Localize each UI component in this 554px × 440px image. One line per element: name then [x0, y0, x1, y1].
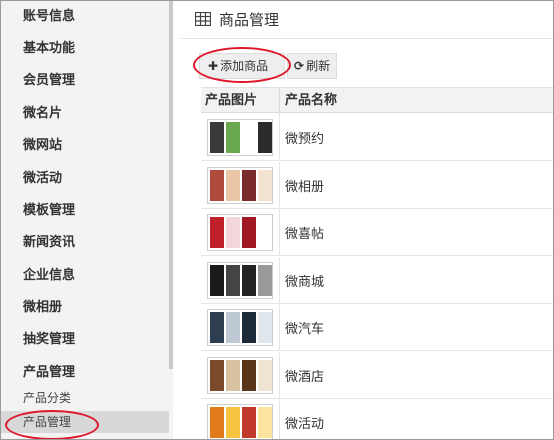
- thumbnail-panel: [210, 312, 224, 343]
- thumbnail-panel: [226, 122, 240, 153]
- refresh-label: 刷新: [306, 59, 331, 73]
- product-thumbnail: [207, 119, 273, 156]
- thumbnail-panel: [258, 217, 272, 248]
- main-panel: 商品管理 ✚ 添加商品 ⟳ 刷新 产品图片 产品名称 微预约微相册微喜帖微商城微汽车…: [181, 1, 553, 439]
- product-thumbnail: [207, 356, 273, 394]
- thumbnail-panel: [258, 264, 272, 296]
- thumbnail-panel: [242, 312, 256, 343]
- thumbnail-panel: [242, 264, 256, 296]
- product-name: 微酒店: [285, 369, 325, 385]
- page-title: 商品管理: [219, 11, 280, 29]
- product-thumbnail: [207, 166, 273, 204]
- product-thumbnail: [207, 404, 273, 439]
- sidebar-item-company-info[interactable]: 企业信息: [1, 260, 169, 292]
- sidebar-item-member-mgmt[interactable]: 会员管理: [1, 65, 169, 97]
- product-name: 微汽车: [285, 322, 325, 337]
- product-name: 微商城: [285, 274, 325, 290]
- add-product-label: 添加商品: [220, 59, 269, 73]
- thumbnail-panel: [226, 217, 240, 248]
- sidebar-item-basic-functions[interactable]: 基本功能: [1, 33, 169, 65]
- thumbnail-panel: [242, 122, 256, 153]
- thumbnail-panel: [210, 407, 224, 438]
- table-row[interactable]: 微预约: [201, 114, 553, 161]
- thumbnail-panel: [226, 312, 240, 343]
- sidebar-item-lottery-mgmt[interactable]: 抽奖管理: [1, 324, 169, 356]
- product-thumbnail: [207, 261, 273, 299]
- table-header: 产品图片 产品名称: [201, 87, 553, 114]
- sidebar-item-template-mgmt[interactable]: 模板管理: [1, 195, 169, 227]
- thumbnail-panel: [258, 312, 272, 343]
- product-thumbnail: [207, 309, 273, 346]
- thumbnail-panel: [258, 169, 272, 201]
- table-row[interactable]: 微酒店: [201, 351, 553, 399]
- product-name: 微相册: [285, 179, 325, 195]
- sidebar-item-account-info[interactable]: 账号信息: [1, 1, 169, 33]
- product-name: 微预约: [285, 132, 325, 147]
- thumbnail-panel: [210, 359, 224, 391]
- refresh-icon: ⟳: [294, 59, 305, 73]
- page-header: 商品管理: [181, 1, 553, 39]
- thumbnail-panel: [226, 264, 240, 296]
- sidebar-item-news[interactable]: 新闻资讯: [1, 227, 169, 259]
- column-divider: [279, 88, 280, 114]
- table-grid-icon: [195, 12, 211, 26]
- product-name: 微喜帖: [285, 227, 325, 242]
- product-thumbnail: [207, 214, 273, 251]
- add-product-button[interactable]: ✚ 添加商品: [199, 53, 285, 79]
- column-divider: [279, 161, 280, 209]
- sidebar-item-micro-card[interactable]: 微名片: [1, 98, 169, 130]
- sidebar-item-micro-activity[interactable]: 微活动: [1, 163, 169, 195]
- column-header-name: 产品名称: [285, 93, 338, 108]
- refresh-button[interactable]: ⟳ 刷新: [287, 53, 337, 79]
- thumbnail-panel: [226, 359, 240, 391]
- thumbnail-panel: [242, 217, 256, 248]
- column-divider: [279, 114, 280, 161]
- thumbnail-panel: [226, 407, 240, 438]
- column-header-image: 产品图片: [205, 93, 258, 108]
- table-row[interactable]: 微汽车: [201, 304, 553, 351]
- product-name: 微活动: [285, 417, 325, 432]
- column-divider: [279, 256, 280, 304]
- sidebar-divider: [173, 1, 181, 439]
- sidebar-item-micro-album[interactable]: 微相册: [1, 292, 169, 324]
- thumbnail-panel: [258, 122, 272, 153]
- sidebar-item-micro-site[interactable]: 微网站: [1, 130, 169, 162]
- thumbnail-panel: [258, 359, 272, 391]
- column-divider: [279, 304, 280, 351]
- thumbnail-panel: [226, 169, 240, 201]
- sidebar-item-product-mgmt[interactable]: 产品管理: [1, 357, 169, 389]
- thumbnail-panel: [210, 169, 224, 201]
- thumbnail-panel: [210, 264, 224, 296]
- thumbnail-panel: [258, 407, 272, 438]
- thumbnail-panel: [210, 217, 224, 248]
- column-divider: [279, 209, 280, 256]
- table-row[interactable]: 微商城: [201, 256, 553, 304]
- column-divider: [279, 351, 280, 399]
- sidebar-subitem-product-mgmt[interactable]: 产品管理: [1, 411, 169, 433]
- table-row[interactable]: 微活动: [201, 399, 553, 439]
- table-row[interactable]: 微相册: [201, 161, 553, 209]
- thumbnail-panel: [242, 407, 256, 438]
- table-row[interactable]: 微喜帖: [201, 209, 553, 256]
- thumbnail-panel: [242, 359, 256, 391]
- sidebar-subitem-product-category[interactable]: 产品分类: [1, 387, 169, 409]
- sidebar: 账号信息 基本功能 会员管理 微名片 微网站 微活动 模板管理 新闻资讯 企业信…: [1, 1, 173, 439]
- column-divider: [279, 399, 280, 439]
- thumbnail-panel: [242, 169, 256, 201]
- plus-icon: ✚: [208, 59, 219, 73]
- thumbnail-panel: [210, 122, 224, 153]
- app-window: 账号信息 基本功能 会员管理 微名片 微网站 微活动 模板管理 新闻资讯 企业信…: [0, 0, 554, 440]
